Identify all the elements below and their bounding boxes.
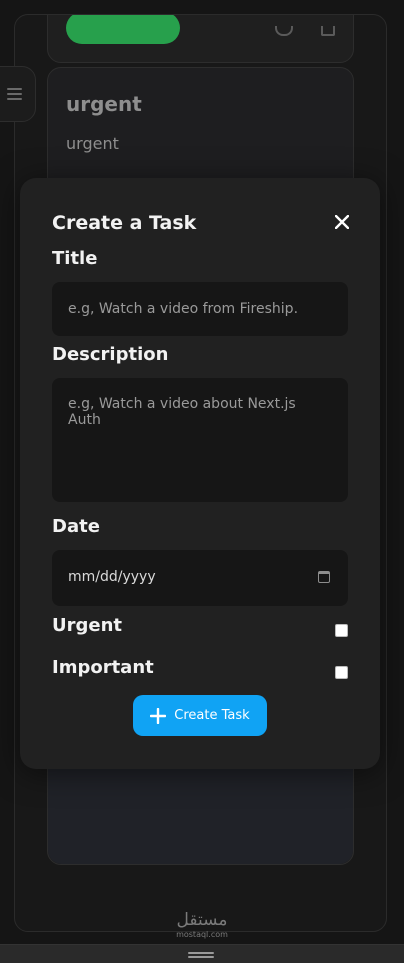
date-value: mm/dd/yyyy <box>68 569 156 585</box>
hamburger-icon <box>6 88 22 100</box>
urgent-checkbox[interactable] <box>335 624 348 637</box>
create-task-modal: Create a Task Title Description Date mm/… <box>20 178 380 769</box>
close-button[interactable] <box>328 208 356 236</box>
modal-title: Create a Task <box>52 212 197 234</box>
bottom-bar <box>0 944 404 963</box>
edit-icon[interactable] <box>275 26 293 36</box>
calendar-icon[interactable] <box>318 571 330 583</box>
watermark-latin: mostaql.com <box>176 930 228 939</box>
sidebar-toggle-button[interactable] <box>0 66 36 122</box>
watermark-arabic: مستقل <box>176 910 228 930</box>
title-input[interactable] <box>52 282 348 336</box>
urgent-label: Urgent <box>52 615 123 636</box>
date-input[interactable]: mm/dd/yyyy <box>52 550 348 606</box>
task-card-previous <box>47 15 354 63</box>
important-label: Important <box>52 657 154 678</box>
description-input[interactable] <box>52 378 348 502</box>
title-label: Title <box>52 248 98 269</box>
important-checkbox[interactable] <box>335 666 348 679</box>
watermark-logo: مستقل mostaql.com <box>0 910 404 940</box>
task-card-description: urgent <box>66 134 119 153</box>
create-task-button[interactable]: Create Task <box>133 695 267 736</box>
description-label: Description <box>52 344 169 365</box>
status-badge[interactable] <box>66 15 180 44</box>
plus-icon <box>150 707 167 724</box>
date-label: Date <box>52 516 100 537</box>
close-icon <box>335 215 349 229</box>
task-card-title: urgent <box>66 92 142 116</box>
delete-icon[interactable] <box>321 26 335 36</box>
drag-handle-icon[interactable] <box>188 952 214 960</box>
create-task-label: Create Task <box>174 708 250 723</box>
